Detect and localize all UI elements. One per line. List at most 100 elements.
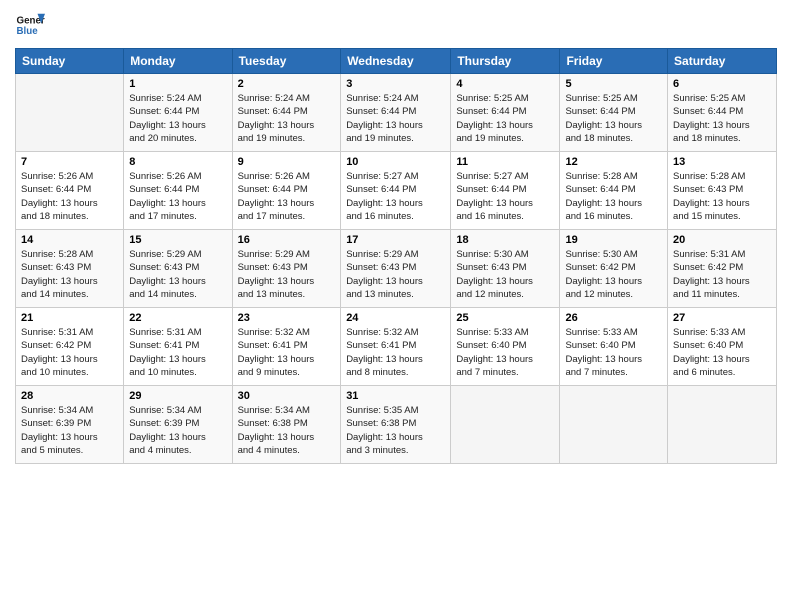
calendar-cell bbox=[16, 74, 124, 152]
day-number: 2 bbox=[238, 78, 336, 90]
day-info: Sunrise: 5:34 AM Sunset: 6:38 PM Dayligh… bbox=[238, 404, 336, 457]
day-info: Sunrise: 5:32 AM Sunset: 6:41 PM Dayligh… bbox=[346, 326, 445, 379]
day-info: Sunrise: 5:27 AM Sunset: 6:44 PM Dayligh… bbox=[346, 170, 445, 223]
day-info: Sunrise: 5:33 AM Sunset: 6:40 PM Dayligh… bbox=[456, 326, 554, 379]
calendar-week-row: 28 Sunrise: 5:34 AM Sunset: 6:39 PM Dayli… bbox=[16, 386, 777, 464]
calendar-cell: 24Sunrise: 5:32 AM Sunset: 6:41 PM Dayli… bbox=[341, 308, 451, 386]
day-info: Sunrise: 5:24 AM Sunset: 6:44 PM Dayligh… bbox=[129, 92, 226, 145]
calendar-cell: 4 Sunrise: 5:25 AM Sunset: 6:44 PM Daylig… bbox=[451, 74, 560, 152]
calendar-cell: 10 Sunrise: 5:27 AM Sunset: 6:44 PM Dayli… bbox=[341, 152, 451, 230]
calendar-cell: 1 Sunrise: 5:24 AM Sunset: 6:44 PM Daylig… bbox=[124, 74, 232, 152]
day-number: 1 bbox=[129, 78, 226, 90]
calendar-cell: 9 Sunrise: 5:26 AM Sunset: 6:44 PM Daylig… bbox=[232, 152, 341, 230]
day-number: 21 bbox=[21, 312, 118, 324]
calendar-cell: 17 Sunrise: 5:29 AM Sunset: 6:43 PM Dayli… bbox=[341, 230, 451, 308]
calendar-cell: 20Sunrise: 5:31 AM Sunset: 6:42 PM Dayli… bbox=[668, 230, 777, 308]
calendar-cell: 26 Sunrise: 5:33 AM Sunset: 6:40 PM Dayli… bbox=[560, 308, 668, 386]
day-number: 9 bbox=[238, 156, 336, 168]
calendar-cell: 19Sunrise: 5:30 AM Sunset: 6:42 PM Dayli… bbox=[560, 230, 668, 308]
calendar-cell: 23 Sunrise: 5:32 AM Sunset: 6:41 PM Dayli… bbox=[232, 308, 341, 386]
calendar-cell: 21 Sunrise: 5:31 AM Sunset: 6:42 PM Dayli… bbox=[16, 308, 124, 386]
calendar-cell: 14 Sunrise: 5:28 AM Sunset: 6:43 PM Dayli… bbox=[16, 230, 124, 308]
calendar-cell bbox=[451, 386, 560, 464]
day-number: 10 bbox=[346, 156, 445, 168]
day-number: 25 bbox=[456, 312, 554, 324]
day-info: Sunrise: 5:31 AM Sunset: 6:42 PM Dayligh… bbox=[673, 248, 771, 301]
calendar-cell: 5Sunrise: 5:25 AM Sunset: 6:44 PM Daylig… bbox=[560, 74, 668, 152]
day-number: 3 bbox=[346, 78, 445, 90]
day-info: Sunrise: 5:26 AM Sunset: 6:44 PM Dayligh… bbox=[21, 170, 118, 223]
day-info: Sunrise: 5:34 AM Sunset: 6:39 PM Dayligh… bbox=[129, 404, 226, 457]
weekday-header-cell: Friday bbox=[560, 49, 668, 74]
calendar-week-row: 7 Sunrise: 5:26 AM Sunset: 6:44 PM Daylig… bbox=[16, 152, 777, 230]
weekday-header-cell: Wednesday bbox=[341, 49, 451, 74]
day-number: 17 bbox=[346, 234, 445, 246]
day-info: Sunrise: 5:31 AM Sunset: 6:41 PM Dayligh… bbox=[129, 326, 226, 379]
day-info: Sunrise: 5:24 AM Sunset: 6:44 PM Dayligh… bbox=[346, 92, 445, 145]
calendar-cell: 18Sunrise: 5:30 AM Sunset: 6:43 PM Dayli… bbox=[451, 230, 560, 308]
calendar-cell: 13Sunrise: 5:28 AM Sunset: 6:43 PM Dayli… bbox=[668, 152, 777, 230]
day-number: 22 bbox=[129, 312, 226, 324]
day-info: Sunrise: 5:30 AM Sunset: 6:43 PM Dayligh… bbox=[456, 248, 554, 301]
calendar-body: 1 Sunrise: 5:24 AM Sunset: 6:44 PM Daylig… bbox=[16, 74, 777, 464]
weekday-header-cell: Tuesday bbox=[232, 49, 341, 74]
day-info: Sunrise: 5:28 AM Sunset: 6:43 PM Dayligh… bbox=[21, 248, 118, 301]
day-number: 11 bbox=[456, 156, 554, 168]
day-info: Sunrise: 5:26 AM Sunset: 6:44 PM Dayligh… bbox=[129, 170, 226, 223]
day-info: Sunrise: 5:25 AM Sunset: 6:44 PM Dayligh… bbox=[673, 92, 771, 145]
calendar-cell: 15Sunrise: 5:29 AM Sunset: 6:43 PM Dayli… bbox=[124, 230, 232, 308]
day-number: 6 bbox=[673, 78, 771, 90]
calendar-week-row: 21 Sunrise: 5:31 AM Sunset: 6:42 PM Dayli… bbox=[16, 308, 777, 386]
day-number: 26 bbox=[565, 312, 662, 324]
day-info: Sunrise: 5:27 AM Sunset: 6:44 PM Dayligh… bbox=[456, 170, 554, 223]
day-number: 28 bbox=[21, 390, 118, 402]
calendar-cell: 28 Sunrise: 5:34 AM Sunset: 6:39 PM Dayli… bbox=[16, 386, 124, 464]
calendar-week-row: 1 Sunrise: 5:24 AM Sunset: 6:44 PM Daylig… bbox=[16, 74, 777, 152]
calendar-cell: 3 Sunrise: 5:24 AM Sunset: 6:44 PM Daylig… bbox=[341, 74, 451, 152]
day-info: Sunrise: 5:34 AM Sunset: 6:39 PM Dayligh… bbox=[21, 404, 118, 457]
day-number: 4 bbox=[456, 78, 554, 90]
day-info: Sunrise: 5:28 AM Sunset: 6:44 PM Dayligh… bbox=[565, 170, 662, 223]
day-info: Sunrise: 5:24 AM Sunset: 6:44 PM Dayligh… bbox=[238, 92, 336, 145]
calendar-cell: 31 Sunrise: 5:35 AM Sunset: 6:38 PM Dayli… bbox=[341, 386, 451, 464]
calendar-cell: 2 Sunrise: 5:24 AM Sunset: 6:44 PM Daylig… bbox=[232, 74, 341, 152]
day-number: 31 bbox=[346, 390, 445, 402]
day-info: Sunrise: 5:26 AM Sunset: 6:44 PM Dayligh… bbox=[238, 170, 336, 223]
calendar-cell: 12 Sunrise: 5:28 AM Sunset: 6:44 PM Dayli… bbox=[560, 152, 668, 230]
day-number: 19 bbox=[565, 234, 662, 246]
day-info: Sunrise: 5:32 AM Sunset: 6:41 PM Dayligh… bbox=[238, 326, 336, 379]
calendar-week-row: 14 Sunrise: 5:28 AM Sunset: 6:43 PM Dayli… bbox=[16, 230, 777, 308]
day-number: 14 bbox=[21, 234, 118, 246]
calendar-cell: 22 Sunrise: 5:31 AM Sunset: 6:41 PM Dayli… bbox=[124, 308, 232, 386]
day-info: Sunrise: 5:33 AM Sunset: 6:40 PM Dayligh… bbox=[565, 326, 662, 379]
day-number: 12 bbox=[565, 156, 662, 168]
weekday-header-cell: Saturday bbox=[668, 49, 777, 74]
calendar-cell bbox=[560, 386, 668, 464]
calendar-cell: 25 Sunrise: 5:33 AM Sunset: 6:40 PM Dayli… bbox=[451, 308, 560, 386]
calendar-cell: 27Sunrise: 5:33 AM Sunset: 6:40 PM Dayli… bbox=[668, 308, 777, 386]
day-info: Sunrise: 5:29 AM Sunset: 6:43 PM Dayligh… bbox=[129, 248, 226, 301]
calendar-cell: 30Sunrise: 5:34 AM Sunset: 6:38 PM Dayli… bbox=[232, 386, 341, 464]
day-number: 7 bbox=[21, 156, 118, 168]
calendar-cell: 29 Sunrise: 5:34 AM Sunset: 6:39 PM Dayli… bbox=[124, 386, 232, 464]
day-info: Sunrise: 5:31 AM Sunset: 6:42 PM Dayligh… bbox=[21, 326, 118, 379]
day-info: Sunrise: 5:33 AM Sunset: 6:40 PM Dayligh… bbox=[673, 326, 771, 379]
day-info: Sunrise: 5:25 AM Sunset: 6:44 PM Dayligh… bbox=[565, 92, 662, 145]
day-info: Sunrise: 5:29 AM Sunset: 6:43 PM Dayligh… bbox=[346, 248, 445, 301]
day-number: 23 bbox=[238, 312, 336, 324]
calendar-cell: 7 Sunrise: 5:26 AM Sunset: 6:44 PM Daylig… bbox=[16, 152, 124, 230]
header: General Blue bbox=[15, 10, 777, 40]
day-number: 29 bbox=[129, 390, 226, 402]
page-container: General Blue SundayMondayTuesdayWednesda… bbox=[0, 0, 792, 474]
svg-text:Blue: Blue bbox=[17, 26, 39, 37]
day-number: 16 bbox=[238, 234, 336, 246]
day-number: 13 bbox=[673, 156, 771, 168]
weekday-header-cell: Sunday bbox=[16, 49, 124, 74]
calendar-cell: 11 Sunrise: 5:27 AM Sunset: 6:44 PM Dayli… bbox=[451, 152, 560, 230]
calendar-cell: 6 Sunrise: 5:25 AM Sunset: 6:44 PM Daylig… bbox=[668, 74, 777, 152]
day-info: Sunrise: 5:25 AM Sunset: 6:44 PM Dayligh… bbox=[456, 92, 554, 145]
weekday-header-cell: Thursday bbox=[451, 49, 560, 74]
day-info: Sunrise: 5:35 AM Sunset: 6:38 PM Dayligh… bbox=[346, 404, 445, 457]
calendar-table: SundayMondayTuesdayWednesdayThursdayFrid… bbox=[15, 48, 777, 464]
day-info: Sunrise: 5:29 AM Sunset: 6:43 PM Dayligh… bbox=[238, 248, 336, 301]
